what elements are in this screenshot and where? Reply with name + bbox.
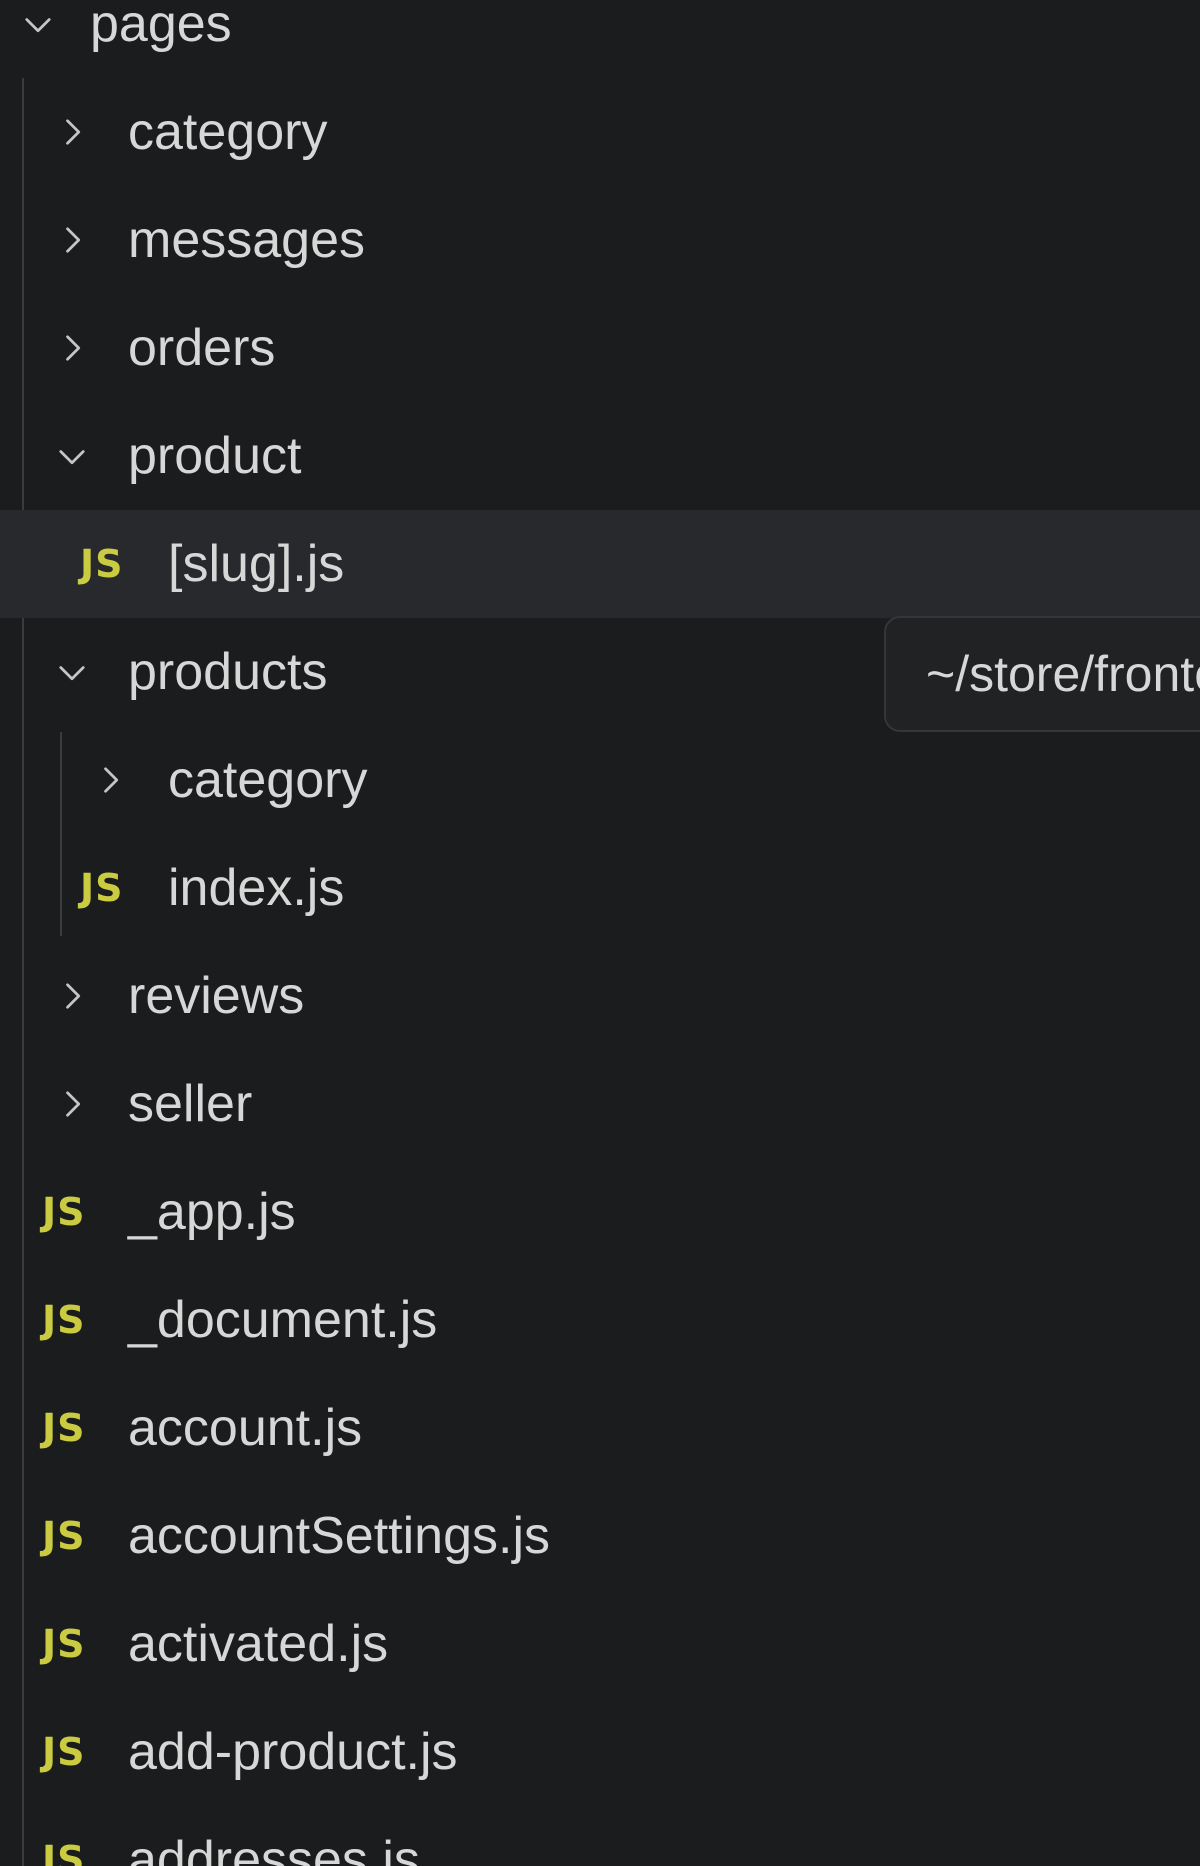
javascript-file-icon: JS [80, 866, 124, 910]
tree-item-app-js-file[interactable]: JS _app.js [0, 1158, 1200, 1266]
tree-item-label: products [128, 643, 328, 701]
javascript-file-icon: JS [42, 1838, 86, 1866]
chevron-right-icon [54, 330, 90, 366]
javascript-file-icon: JS [42, 1190, 86, 1234]
tree-item-reviews-folder[interactable]: reviews [0, 942, 1200, 1050]
chevron-down-icon [20, 6, 56, 42]
javascript-file-icon: JS [42, 1622, 86, 1666]
tree-item-messages-folder[interactable]: messages [0, 186, 1200, 294]
tree-item-label: category [128, 103, 328, 161]
tree-item-document-js-file[interactable]: JS _document.js [0, 1266, 1200, 1374]
tree-item-add-product-js-file[interactable]: JS add-product.js [0, 1698, 1200, 1806]
chevron-down-icon [54, 438, 90, 474]
tree-item-account-js-file[interactable]: JS account.js [0, 1374, 1200, 1482]
tree-item-label: accountSettings.js [128, 1507, 551, 1565]
tree-item-label: _document.js [128, 1291, 438, 1349]
chevron-right-icon [92, 762, 128, 798]
tree-item-label: add-product.js [128, 1723, 458, 1781]
tree-item-label: pages [90, 0, 232, 53]
chevron-down-icon [54, 654, 90, 690]
tree-item-category-folder[interactable]: category [0, 726, 1200, 834]
tree-item-label: reviews [128, 967, 305, 1025]
tree-item-accountsettings-js-file[interactable]: JS accountSettings.js [0, 1482, 1200, 1590]
tree-item-label: [slug].js [168, 535, 345, 593]
tree-item-label: orders [128, 319, 276, 377]
tree-item-category-folder[interactable]: category [0, 78, 1200, 186]
chevron-right-icon [54, 114, 90, 150]
tree-item-seller-folder[interactable]: seller [0, 1050, 1200, 1158]
tree-item-label: category [168, 751, 368, 809]
javascript-file-icon: JS [42, 1298, 86, 1342]
path-tooltip: ~/store/frontend/pages/product/[slug].js [884, 616, 1200, 732]
tree-item-label: _app.js [128, 1183, 296, 1241]
chevron-right-icon [54, 978, 90, 1014]
tree-item-slug-js-file[interactable]: JS [slug].js [0, 510, 1200, 618]
file-explorer: pages category messages orders product JS [sl… [0, 0, 1200, 1866]
tree-item-label: messages [128, 211, 365, 269]
tree-item-pages-folder[interactable]: pages [0, 0, 1200, 78]
tree-item-orders-folder[interactable]: orders [0, 294, 1200, 402]
tree-item-product-folder[interactable]: product [0, 402, 1200, 510]
tree-item-activated-js-file[interactable]: JS activated.js [0, 1590, 1200, 1698]
tree-item-label: seller [128, 1075, 253, 1133]
javascript-file-icon: JS [42, 1730, 86, 1774]
javascript-file-icon: JS [42, 1406, 86, 1450]
tree-item-index-js-file[interactable]: JS index.js [0, 834, 1200, 942]
chevron-right-icon [54, 222, 90, 258]
tree-item-label: account.js [128, 1399, 363, 1457]
tooltip-path-text: ~/store/frontend/pages/product/[slug].js [926, 646, 1200, 702]
chevron-right-icon [54, 1086, 90, 1122]
tree-item-label: addresses.js [128, 1831, 420, 1866]
tree-item-label: activated.js [128, 1615, 389, 1673]
tree-item-label: product [128, 427, 302, 485]
javascript-file-icon: JS [42, 1514, 86, 1558]
javascript-file-icon: JS [80, 542, 124, 586]
tree-item-addresses-js-file[interactable]: JS addresses.js [0, 1806, 1200, 1866]
tree-item-label: index.js [168, 859, 345, 917]
